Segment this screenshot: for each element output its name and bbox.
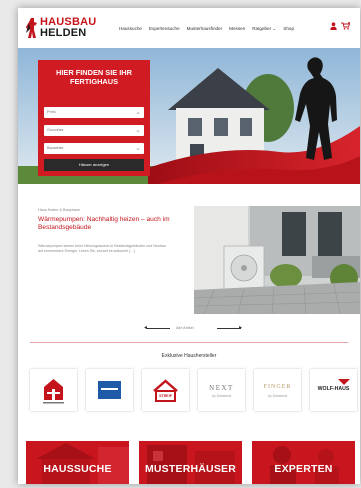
- nav-item-expertensuche[interactable]: Expertensuche: [149, 26, 180, 32]
- tile-haussuche[interactable]: HAUSSUCHE: [26, 441, 129, 484]
- site-logo[interactable]: HAUSBAU HELDEN: [26, 16, 98, 44]
- manufacturer-streif[interactable]: STREIF: [142, 369, 189, 411]
- article-excerpt: Wärmepumpen setzen beim Heizungstausch i…: [38, 244, 166, 253]
- nav-item-haussuche[interactable]: Haussuche: [119, 26, 142, 32]
- tile-label: EXPERTEN: [274, 463, 333, 475]
- pager-line-left: [146, 328, 170, 329]
- schwabenhaus-logo-icon: [43, 379, 64, 404]
- hero-section: HIER FINDEN SIE IHR FERTIGHAUS Preis ⌄ G…: [18, 48, 360, 184]
- manufacturer-logos: STREIF NEXT by Danwood FINGER by Danwood…: [30, 369, 360, 411]
- nav-item-messen[interactable]: Messen: [229, 26, 245, 32]
- finger-logo-sub: by Danwood: [268, 394, 287, 398]
- arrow-right-icon[interactable]: ▸: [239, 324, 242, 332]
- okal-logo-icon: [98, 381, 121, 399]
- manufacturer-finger[interactable]: FINGER by Danwood: [254, 369, 301, 411]
- manufacturer-wolf-haus[interactable]: WOLF-HAUS: [310, 369, 357, 411]
- article-image[interactable]: [194, 206, 360, 314]
- site-header: HAUSBAU HELDEN Haussuche Expertensuche M…: [18, 8, 360, 48]
- manufacturer-schwabenhaus[interactable]: [30, 369, 77, 411]
- article-pager: ◂ Alle Artikel ▸: [144, 324, 246, 334]
- tile-label: HAUSSUCHE: [43, 463, 112, 475]
- hero-figure-icon: [26, 18, 37, 38]
- floorplan-select[interactable]: Grundriss ⌄: [44, 125, 144, 136]
- streif-logo-text: STREIF: [159, 394, 172, 398]
- article-category[interactable]: Haus finden & Bauphase: [38, 208, 188, 212]
- logo-text-line2: HELDEN: [40, 27, 87, 39]
- category-tiles: HAUSSUCHE MUSTERHÄUSER EXPERTEN: [26, 441, 360, 484]
- nav-item-shop[interactable]: Shop: [283, 26, 294, 32]
- price-select[interactable]: Preis ⌄: [44, 107, 144, 118]
- nav-item-ratgeber[interactable]: Ratgeber ⌄: [252, 26, 276, 32]
- house-search-panel: HIER FINDEN SIE IHR FERTIGHAUS Preis ⌄ G…: [38, 60, 150, 176]
- tile-experten[interactable]: EXPERTEN: [252, 441, 355, 484]
- manufacturer-next[interactable]: NEXT by Danwood: [198, 369, 245, 411]
- section-divider: [30, 342, 348, 343]
- nav-item-musterhausfinder[interactable]: Musterhausfinder: [187, 26, 223, 32]
- all-articles-link[interactable]: Alle Artikel: [176, 326, 194, 330]
- next-logo-text: NEXT: [209, 384, 234, 392]
- next-logo-sub: by Danwood: [212, 394, 231, 398]
- floorplan-select-value: Grundriss: [47, 128, 64, 132]
- chevron-down-icon: ⌄: [135, 109, 141, 116]
- tile-label: MUSTERHÄUSER: [144, 463, 237, 475]
- chevron-down-icon: ⌄: [135, 145, 141, 152]
- construction-select-value: Bauweise: [47, 146, 64, 150]
- streif-logo-icon: [153, 379, 178, 402]
- finger-logo-text: FINGER: [263, 384, 292, 390]
- cart-icon[interactable]: [341, 22, 351, 33]
- wolf-haus-logo-text: WOLF-HAUS: [317, 386, 350, 392]
- user-icon[interactable]: [330, 22, 337, 33]
- article-teaser: Haus finden & Bauphase Wärmepumpen: Nach…: [38, 208, 188, 254]
- article-title[interactable]: Wärmepumpen: Nachhaltig heizen – auch im…: [38, 216, 188, 232]
- page: HAUSBAU HELDEN Haussuche Expertensuche M…: [18, 8, 360, 484]
- tile-musterhaeuser[interactable]: MUSTERHÄUSER: [139, 441, 242, 484]
- manufacturer-okal[interactable]: [86, 369, 133, 411]
- show-houses-button[interactable]: Häuser anzeigen: [44, 159, 144, 171]
- pager-line-right: [217, 328, 241, 329]
- chevron-down-icon: ⌄: [135, 127, 141, 134]
- hero-title: HIER FINDEN SIE IHR FERTIGHAUS: [56, 68, 132, 86]
- construction-select[interactable]: Bauweise ⌄: [44, 143, 144, 154]
- header-icons: [330, 22, 351, 33]
- main-nav: Haussuche Expertensuche Musterhausfinder…: [119, 26, 294, 32]
- price-select-value: Preis: [47, 110, 56, 114]
- manufacturers-heading: Exklusive Haushersteller: [161, 353, 217, 359]
